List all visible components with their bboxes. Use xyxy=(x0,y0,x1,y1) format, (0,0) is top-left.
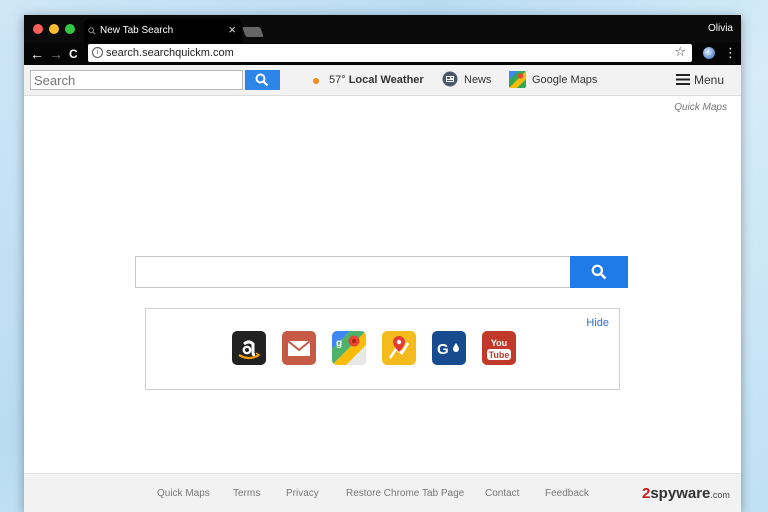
maximize-window-button[interactable] xyxy=(65,24,75,34)
tab-title: New Tab Search xyxy=(100,25,174,36)
toolbar-search-input[interactable] xyxy=(30,70,243,90)
tab-close-button[interactable]: × xyxy=(228,22,236,37)
svg-text:G: G xyxy=(437,341,449,358)
watermark-logo: 2spyware.com xyxy=(642,485,730,502)
mail-tile[interactable] xyxy=(282,331,316,365)
search-icon xyxy=(88,27,96,35)
youtube-tube-text: Tube xyxy=(489,350,510,360)
google-maps-icon xyxy=(509,71,526,88)
directions-icon xyxy=(388,336,410,359)
browser-window: New Tab Search × Olivia ← → C i search.s… xyxy=(24,15,741,512)
close-window-button[interactable] xyxy=(33,24,43,34)
new-tab-button[interactable] xyxy=(242,27,264,37)
google-maps-tile[interactable]: g xyxy=(332,331,366,365)
page-footer: Quick Maps Terms Privacy Restore Chrome … xyxy=(24,473,741,512)
title-bar: New Tab Search × Olivia xyxy=(24,15,741,43)
youtube-tile[interactable]: You Tube xyxy=(482,331,516,365)
forward-button[interactable]: → xyxy=(49,45,63,63)
extension-globe-icon[interactable] xyxy=(703,47,715,59)
weather-label: Local Weather xyxy=(348,74,424,86)
url-text[interactable]: search.searchquickm.com xyxy=(106,47,234,59)
menu-button[interactable]: Menu xyxy=(694,73,724,87)
weather-temp: 57° xyxy=(329,74,346,86)
back-button[interactable]: ← xyxy=(30,45,44,63)
footer-link-terms[interactable]: Terms xyxy=(233,488,260,499)
browser-tab[interactable]: New Tab Search × xyxy=(84,19,242,43)
amazon-tile[interactable] xyxy=(232,331,266,365)
info-icon[interactable]: i xyxy=(92,47,103,58)
bookmark-star-icon[interactable]: ☆ xyxy=(674,44,686,60)
weather-sun-icon xyxy=(313,78,319,84)
mail-icon xyxy=(287,340,311,356)
news-icon xyxy=(442,71,458,87)
amazon-icon xyxy=(238,340,261,360)
address-bar[interactable]: i search.searchquickm.com ☆ xyxy=(88,44,692,62)
hamburger-menu-icon xyxy=(676,74,690,85)
footer-link-contact[interactable]: Contact xyxy=(485,488,519,499)
youtube-icon: You Tube xyxy=(487,338,511,360)
google-maps-link[interactable]: Google Maps xyxy=(532,74,597,86)
main-search-input[interactable] xyxy=(135,256,572,288)
footer-link-feedback[interactable]: Feedback xyxy=(545,488,589,499)
minimize-window-button[interactable] xyxy=(49,24,59,34)
profile-name[interactable]: Olivia xyxy=(708,23,733,34)
hide-link[interactable]: Hide xyxy=(586,317,609,329)
quick-maps-label[interactable]: Quick Maps xyxy=(674,102,727,113)
browser-menu-icon[interactable]: ⋮ xyxy=(724,44,737,62)
news-link[interactable]: News xyxy=(464,74,492,86)
shortcut-tiles-panel: Hide g G You Tube xyxy=(145,308,620,390)
directions-tile[interactable] xyxy=(382,331,416,365)
search-icon xyxy=(591,264,607,280)
reload-button[interactable]: C xyxy=(69,45,78,63)
footer-link-privacy[interactable]: Privacy xyxy=(286,488,319,499)
youtube-you-text: You xyxy=(491,338,507,348)
search-icon xyxy=(255,73,269,87)
watermark-text: spyware xyxy=(650,485,711,502)
navigation-bar: ← → C i search.searchquickm.com ☆ ⋮ xyxy=(24,43,741,65)
toolbar-search-button[interactable] xyxy=(245,70,280,90)
weather-link[interactable]: 57° Local Weather xyxy=(329,74,424,86)
watermark-domain: .com xyxy=(710,490,730,500)
svg-text:g: g xyxy=(336,338,342,349)
google-maps-icon: g xyxy=(332,331,366,365)
gas-icon: G xyxy=(437,341,459,358)
footer-link-quick-maps[interactable]: Quick Maps xyxy=(157,488,210,499)
main-search-button[interactable] xyxy=(570,256,628,288)
gas-tile[interactable]: G xyxy=(432,331,466,365)
extension-toolbar: 57° Local Weather News Google Maps Menu xyxy=(24,65,741,96)
footer-link-restore-tab[interactable]: Restore Chrome Tab Page xyxy=(346,488,464,499)
